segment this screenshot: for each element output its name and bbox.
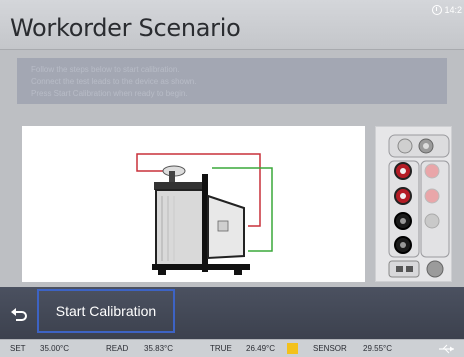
instructions-box: Follow the steps below to start calibrat… <box>17 58 447 104</box>
sensor-value: 29.55°C <box>363 344 392 353</box>
jack-icon <box>426 260 444 278</box>
true-value: 26.49°C <box>246 344 275 353</box>
calibrator-illustration <box>136 153 273 275</box>
device-front-panel <box>375 126 452 282</box>
connector-panel-illustration <box>388 134 450 278</box>
instruction-line: Connect the test leads to the device as … <box>31 77 197 86</box>
connection-diagram <box>22 126 365 282</box>
device-base <box>152 264 250 270</box>
instruction-line: Press Start Calibration when ready to be… <box>31 89 188 98</box>
read-value: 35.83°C <box>144 344 173 353</box>
clock: 14:2 <box>432 5 462 15</box>
set-value: 35.00°C <box>40 344 69 353</box>
device-top <box>154 182 206 190</box>
header-bar: Workorder Scenario 14:2 <box>0 0 464 50</box>
usb-icon <box>439 344 454 354</box>
start-calibration-label: Start Calibration <box>55 303 157 319</box>
start-calibration-button[interactable]: Start Calibration <box>37 289 175 333</box>
status-bar: SET 35.00°C READ 35.83°C TRUE 26.49°C SE… <box>0 339 464 357</box>
jack-icon <box>397 138 413 154</box>
clock-icon <box>432 5 443 15</box>
device-body <box>155 189 205 266</box>
clock-time: 14:2 <box>444 5 462 15</box>
true-label: TRUE <box>210 344 232 353</box>
bottom-action-bar: Start Calibration <box>0 287 464 339</box>
set-label: SET <box>10 344 26 353</box>
page-title: Workorder Scenario <box>10 14 241 42</box>
read-label: READ <box>106 344 129 353</box>
sensor-label: SENSOR <box>313 344 347 353</box>
back-arrow-icon <box>11 308 27 321</box>
back-button[interactable] <box>6 301 32 327</box>
instruction-line: Follow the steps below to start calibrat… <box>31 65 180 74</box>
stability-indicator <box>287 343 298 354</box>
